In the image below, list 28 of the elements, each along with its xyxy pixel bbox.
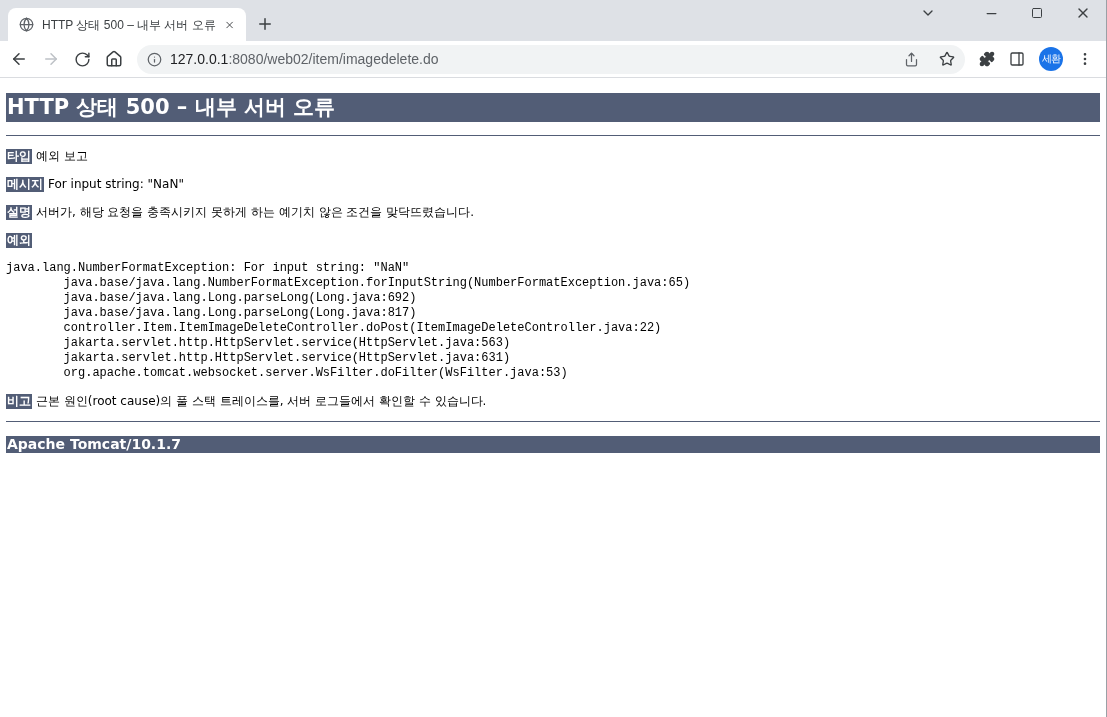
maximize-icon[interactable] <box>1031 7 1043 19</box>
section-label: 설명 <box>6 205 32 220</box>
section-label: 비고 <box>6 394 32 409</box>
section-text: For input string: "NaN" <box>48 177 184 192</box>
server-version: Apache Tomcat/10.1.7 <box>6 436 1100 453</box>
page-heading: HTTP 상태 500 – 내부 서버 오류 <box>6 93 1100 122</box>
note-text: 근본 원인(root cause)의 풀 스택 트레이스를, 서버 로그들에서 확인할 수 있습니다. <box>36 394 487 409</box>
stack-trace: java.lang.NumberFormatException: For input string: "NaN" java.base/java.lang.NumberFormatException.forInputString(NumberFormatException.java:65) java.base/java.lang.Long.parseLong(Long.java:692) java.base/java.lang.Long.parseLong(Long.java:817) controller.Item.ItemImageDeleteController.doPost(ItemImageDeleteController.java:22) jakarta.servlet.http.HttpServlet.service(HttpServlet.java:563) jakarta.servlet.http.HttpServlet.service(HttpServlet.java:631) org.apache.tomcat.websocket.server.WsFilter.doFilter(WsFilter.java:53) <box>6 261 692 381</box>
info-icon <box>147 51 162 67</box>
section-label: 타입 <box>6 149 32 164</box>
home-icon[interactable] <box>105 50 123 68</box>
section-text: 서버가, 해당 요청을 충족시키지 못하게 하는 예기치 않은 조건을 맞닥뜨렸습니다. <box>36 205 474 220</box>
tab-title: HTTP 상태 500 – 내부 서버 오류 <box>42 16 216 34</box>
section-text: 예외 보고 <box>36 149 88 164</box>
bookmark-star-icon[interactable] <box>939 51 955 67</box>
share-icon[interactable] <box>904 51 919 67</box>
url-text: 127.0.0.1:8080/web02/item/imagedelete.do <box>170 49 440 69</box>
extensions-icon[interactable] <box>979 51 995 67</box>
back-icon[interactable] <box>10 50 28 68</box>
new-tab-icon[interactable] <box>256 15 274 33</box>
section-label: 예외 <box>6 233 32 248</box>
reload-icon[interactable] <box>74 50 91 68</box>
profile-avatar[interactable]: 세환 <box>1039 47 1063 71</box>
section-label: 메시지 <box>6 177 44 192</box>
globe-icon <box>19 17 34 32</box>
browser-tab[interactable]: HTTP 상태 500 – 내부 서버 오류 <box>8 8 246 41</box>
side-panel-icon[interactable] <box>1009 51 1025 67</box>
address-bar[interactable]: 127.0.0.1:8080/web02/item/imagedelete.do <box>137 44 965 74</box>
